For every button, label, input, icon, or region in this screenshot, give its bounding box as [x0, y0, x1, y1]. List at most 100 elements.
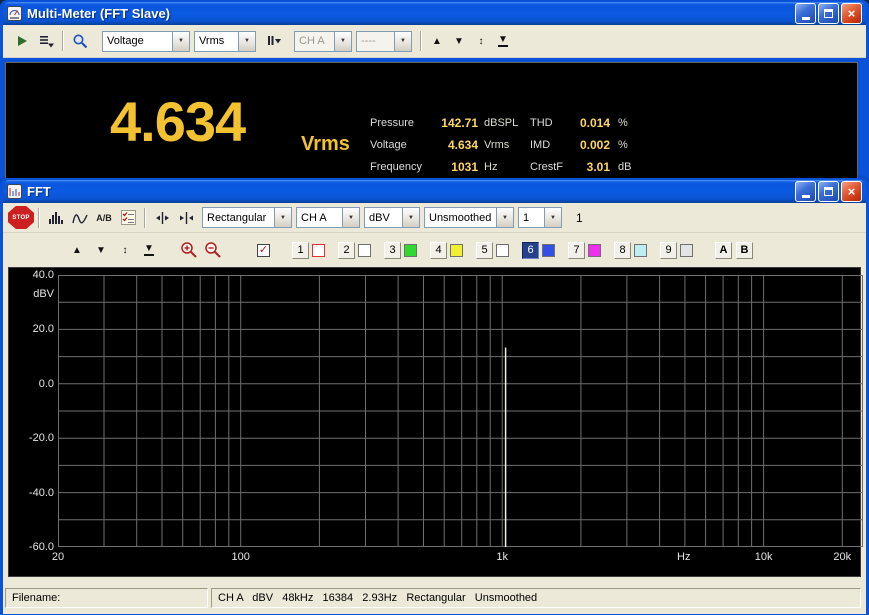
compress-range-button[interactable]: ▼	[492, 31, 514, 51]
down-arrow-icon: ▼	[96, 245, 106, 256]
zoom-button[interactable]	[68, 29, 92, 53]
close-button[interactable]: ×	[841, 3, 862, 24]
compress-scale-button[interactable]: ▼	[137, 240, 161, 260]
smoothing-combo[interactable]: Unsmoothed ▼	[424, 207, 514, 228]
fft-window: FFT × STOP A/B	[0, 178, 869, 615]
trace-color-swatch-7[interactable]	[588, 244, 601, 257]
minimize-button[interactable]	[795, 181, 816, 202]
trace-color-swatch-9[interactable]	[680, 244, 693, 257]
parameter-list-button[interactable]	[116, 206, 140, 230]
trace-button-3[interactable]: 3	[384, 242, 401, 259]
arrows-from-line-icon	[179, 211, 194, 225]
window-function-combo[interactable]: Rectangular ▼	[202, 207, 292, 228]
reading-unit: %	[618, 139, 642, 151]
marker-spread-button[interactable]	[174, 206, 198, 230]
reading-value: 0.002	[570, 138, 610, 152]
multimeter-display: 4.634 Vrms Pressure 142.71 dBSPL THD 0.0…	[5, 62, 858, 182]
bar-spectrum-view-button[interactable]	[44, 206, 68, 230]
view-selector-button[interactable]	[34, 29, 58, 53]
fft-unit-combo[interactable]: dBV ▼	[364, 207, 420, 228]
pan-up-button[interactable]: ▲	[65, 240, 89, 260]
screen: Multi-Meter (FFT Slave) × Voltage ▼ Vrms	[0, 0, 869, 615]
trace-color-swatch-2[interactable]	[358, 244, 371, 257]
extra-combo-value: ----	[357, 35, 394, 47]
trace-button-9[interactable]: 9	[660, 242, 677, 259]
toolbar-separator	[420, 31, 422, 51]
x-axis-tick-label: 20	[52, 551, 64, 563]
fft-app-icon	[7, 184, 22, 199]
trace-button-4[interactable]: 4	[430, 242, 447, 259]
play-icon	[15, 34, 29, 48]
display-options-button[interactable]	[262, 29, 286, 53]
bar-chart-icon	[48, 211, 64, 225]
scale-up-button[interactable]: ▲	[426, 31, 448, 51]
marker-to-peak-button[interactable]	[150, 206, 174, 230]
run-button[interactable]	[10, 29, 34, 53]
trace-button-5[interactable]: 5	[476, 242, 493, 259]
trace-a-button[interactable]: A	[715, 242, 732, 259]
maximize-button[interactable]	[818, 181, 839, 202]
trace-color-swatch-5[interactable]	[496, 244, 509, 257]
curve-spectrum-view-button[interactable]	[68, 206, 92, 230]
expand-scale-button[interactable]: ↕	[113, 240, 137, 260]
x-axis-unit-label: Hz	[677, 551, 690, 563]
trace-color-swatch-1[interactable]	[312, 244, 325, 257]
trace-button-8[interactable]: 8	[614, 242, 631, 259]
minimize-button[interactable]	[795, 3, 816, 24]
trace-button-7[interactable]: 7	[568, 242, 585, 259]
chevron-down-icon[interactable]: ▼	[402, 208, 419, 227]
fft-statusbar: Filename: CH A dBV 48kHz 16384 2.93Hz Re…	[5, 585, 864, 611]
zoom-out-button[interactable]	[201, 240, 225, 260]
trace-b-button[interactable]: B	[736, 242, 753, 259]
trace-button-1[interactable]: 1	[292, 242, 309, 259]
expand-arrows-icon: ↕	[123, 245, 128, 256]
fft-channel-combo[interactable]: CH A ▼	[296, 207, 360, 228]
expand-range-button[interactable]: ↕	[470, 31, 492, 51]
average-combo[interactable]: 1 ▼	[518, 207, 562, 228]
smoothing-value: Unsmoothed	[425, 212, 496, 224]
trace-color-swatch-3[interactable]	[404, 244, 417, 257]
reading-label: IMD	[530, 139, 570, 151]
chevron-down-icon[interactable]: ▼	[238, 32, 255, 51]
minimize-icon	[802, 17, 810, 20]
fft-titlebar[interactable]: FFT ×	[3, 180, 866, 203]
fft-body: ▲ ▼ ↕ ▼ ✓ 123456789 A B 40.020.00.0-20.0…	[3, 233, 866, 614]
y-axis-tick-label: 0.0	[9, 378, 54, 390]
stop-button[interactable]: STOP	[8, 206, 34, 229]
parameter-combo-value: Voltage	[103, 35, 172, 47]
chevron-down-icon[interactable]: ▼	[496, 208, 513, 227]
trace-color-swatch-8[interactable]	[634, 244, 647, 257]
y-axis-tick-label: -20.0	[9, 432, 54, 444]
reading-value: 142.71	[428, 116, 478, 130]
fft-window-title: FFT	[27, 184, 793, 199]
parameter-combo[interactable]: Voltage ▼	[102, 31, 190, 52]
extra-combo: ---- ▼	[356, 31, 412, 52]
chevron-down-icon[interactable]: ▼	[274, 208, 291, 227]
multimeter-titlebar[interactable]: Multi-Meter (FFT Slave) ×	[3, 2, 866, 25]
maximize-button[interactable]	[818, 3, 839, 24]
reading-unit: dBSPL	[484, 117, 524, 129]
fft-chart[interactable]: 40.020.00.0-20.0-40.0-60.0 dBV 201001k10…	[8, 267, 861, 577]
y-axis-tick-label: -40.0	[9, 487, 54, 499]
fft-plot-area[interactable]	[58, 275, 863, 547]
frame-count-label: 1	[576, 211, 583, 225]
compare-ab-button[interactable]: A/B	[92, 206, 116, 230]
reading-value: 4.634	[428, 138, 478, 152]
chevron-down-icon[interactable]: ▼	[342, 208, 359, 227]
pan-down-button[interactable]: ▼	[89, 240, 113, 260]
scale-down-button[interactable]: ▼	[448, 31, 470, 51]
trace-button-2[interactable]: 2	[338, 242, 355, 259]
chevron-down-icon[interactable]: ▼	[172, 32, 189, 51]
toolbar-separator	[144, 208, 146, 228]
chevron-down-icon: ▼	[334, 32, 351, 51]
expand-arrows-icon: ↕	[479, 36, 484, 47]
close-button[interactable]: ×	[841, 181, 862, 202]
reading-value: 3.01	[570, 160, 610, 174]
trace-color-swatch-6[interactable]	[542, 244, 555, 257]
trace-visible-checkbox[interactable]: ✓	[257, 244, 270, 257]
zoom-in-button[interactable]	[177, 240, 201, 260]
chevron-down-icon[interactable]: ▼	[544, 208, 561, 227]
trace-button-6[interactable]: 6	[522, 242, 539, 259]
trace-color-swatch-4[interactable]	[450, 244, 463, 257]
unit-combo[interactable]: Vrms ▼	[194, 31, 256, 52]
